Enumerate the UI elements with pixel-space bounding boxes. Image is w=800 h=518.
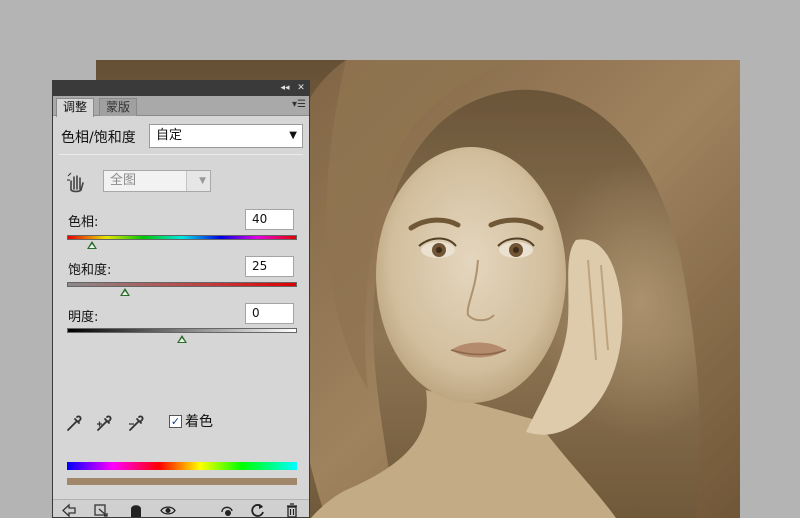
dropdown-arrow-icon: ▼ [289, 130, 297, 141]
lightness-slider-thumb[interactable] [177, 335, 187, 343]
panel-tab-strip: 调整 蒙版 ▾☰ [53, 96, 309, 117]
channel-value: 全图 [104, 171, 187, 191]
dropdown-arrow-icon: ▼ [199, 176, 206, 186]
tab-masks[interactable]: 蒙版 [99, 98, 138, 116]
output-color-ramp [67, 478, 297, 485]
lightness-input[interactable]: 0 [245, 303, 294, 324]
lightness-label: 明度: [68, 310, 99, 325]
panel-menu-icon[interactable]: ▾☰ [292, 99, 306, 111]
hue-slider-track[interactable] [67, 235, 297, 240]
lightness-slider-track[interactable] [67, 328, 297, 333]
eye-icon[interactable] [160, 503, 176, 518]
view-previous-state-icon[interactable] [219, 503, 235, 518]
visibility-mask-icon[interactable] [128, 503, 144, 518]
panel-bottom-bar [53, 499, 309, 518]
eyedropper-add-icon[interactable] [95, 413, 115, 433]
panel-titlebar[interactable]: ◂◂ ✕ [53, 81, 309, 96]
double-chevron-right-icon[interactable]: ◂◂ [278, 82, 292, 94]
saturation-input[interactable]: 25 [245, 256, 294, 277]
preset-dropdown[interactable]: 自定 ▼ [149, 124, 303, 148]
eyedropper-icon[interactable] [65, 413, 85, 433]
adjustment-title: 色相/饱和度 [61, 130, 136, 146]
channel-dropdown[interactable]: 全图 ▼ [103, 170, 211, 192]
back-arrow-icon[interactable] [61, 503, 77, 518]
tab-adjustments[interactable]: 调整 [56, 98, 95, 117]
reset-icon[interactable] [250, 503, 266, 518]
saturation-label: 饱和度: [68, 263, 112, 278]
hue-label: 色相: [68, 215, 99, 230]
close-icon[interactable]: ✕ [295, 82, 307, 94]
preset-row: 色相/饱和度 自定 ▼ [53, 123, 309, 151]
input-color-ramp [67, 462, 297, 470]
eyedropper-subtract-icon[interactable] [127, 413, 147, 433]
clip-to-layer-icon[interactable] [93, 503, 109, 518]
saturation-slider-thumb[interactable] [119, 288, 130, 296]
hue-slider-thumb[interactable] [87, 241, 98, 249]
colorize-checkbox[interactable]: ✓ [169, 415, 182, 428]
preset-value: 自定 [156, 128, 183, 143]
adjustments-panel: ◂◂ ✕ 调整 蒙版 ▾☰ 色相/饱和度 自定 ▼ 全图 ▼ 色相: 40 饱和… [52, 80, 310, 518]
targeted-adjustment-hand-icon[interactable] [65, 171, 87, 193]
hue-input[interactable]: 40 [245, 209, 294, 230]
colorize-label: 着色 [185, 414, 213, 430]
trash-icon[interactable] [284, 503, 300, 518]
saturation-slider-track[interactable] [67, 282, 297, 287]
divider [59, 154, 303, 155]
